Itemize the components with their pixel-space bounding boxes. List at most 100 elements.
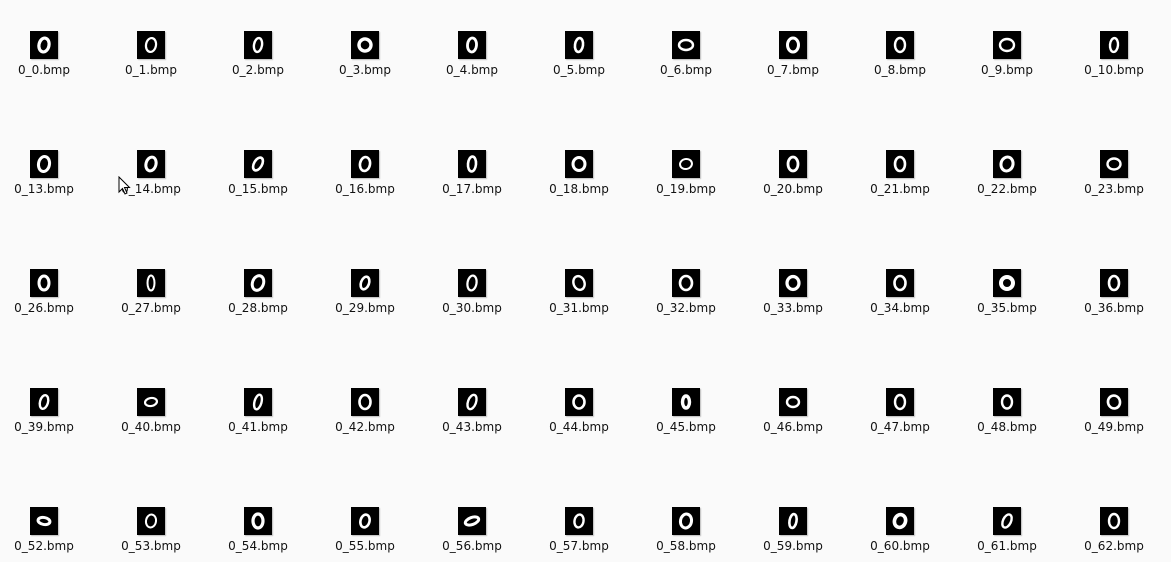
file-item[interactable]: 0_31.bmp (529, 269, 629, 329)
file-item[interactable]: 0_40.bmp (101, 388, 201, 448)
file-item[interactable]: 0_44.bmp (529, 388, 629, 448)
file-item[interactable]: 0_6.bmp (636, 31, 736, 91)
file-item[interactable]: 0_18.bmp (529, 150, 629, 210)
file-item[interactable]: 0_57.bmp (529, 507, 629, 562)
file-item[interactable]: 0_33.bmp (743, 269, 843, 329)
file-item[interactable]: 0_9.bmp (957, 31, 1057, 91)
file-name-label: 0_34.bmp (870, 301, 930, 315)
file-name-label: 0_9.bmp (980, 63, 1033, 77)
file-name-label: 0_58.bmp (656, 539, 716, 553)
file-item[interactable]: 0_62.bmp (1064, 507, 1164, 562)
file-item[interactable]: 0_19.bmp (636, 150, 736, 210)
file-item[interactable]: 0_15.bmp (208, 150, 308, 210)
file-item[interactable]: 0_2.bmp (208, 31, 308, 91)
digit-zero-thumbnail-icon (137, 507, 165, 535)
file-item[interactable]: 0_53.bmp (101, 507, 201, 562)
file-item[interactable]: 0_3.bmp (315, 31, 415, 91)
file-name-label: 0_42.bmp (335, 420, 395, 434)
file-item[interactable]: 0_36.bmp (1064, 269, 1164, 329)
file-name-label: 0_53.bmp (121, 539, 181, 553)
file-item[interactable]: 0_61.bmp (957, 507, 1057, 562)
digit-zero-thumbnail-icon (1100, 269, 1128, 297)
digit-zero-thumbnail-icon (351, 31, 379, 59)
file-item[interactable]: 0_32.bmp (636, 269, 736, 329)
digit-zero-thumbnail-icon (137, 269, 165, 297)
file-item[interactable]: 0_28.bmp (208, 269, 308, 329)
file-item[interactable]: 0_21.bmp (850, 150, 950, 210)
file-item[interactable]: 0_0.bmp (0, 31, 94, 91)
digit-zero-thumbnail-icon (244, 388, 272, 416)
file-item[interactable]: 0_41.bmp (208, 388, 308, 448)
file-item[interactable]: 0_29.bmp (315, 269, 415, 329)
file-name-label: 0_41.bmp (228, 420, 288, 434)
file-item[interactable]: 0_54.bmp (208, 507, 308, 562)
digit-zero-thumbnail-icon (1100, 388, 1128, 416)
file-item[interactable]: 0_55.bmp (315, 507, 415, 562)
file-name-label: 0_57.bmp (549, 539, 609, 553)
digit-zero-thumbnail-icon (993, 507, 1021, 535)
file-name-label: 0_7.bmp (766, 63, 819, 77)
file-name-label: 0_31.bmp (549, 301, 609, 315)
file-item[interactable]: 0_1.bmp (101, 31, 201, 91)
file-item[interactable]: 0_27.bmp (101, 269, 201, 329)
digit-zero-thumbnail-icon (993, 31, 1021, 59)
digit-zero-thumbnail-icon (244, 150, 272, 178)
digit-zero-thumbnail-icon (779, 269, 807, 297)
file-item[interactable]: 0_13.bmp (0, 150, 94, 210)
digit-zero-thumbnail-icon (30, 150, 58, 178)
file-name-label: 0_40.bmp (121, 420, 181, 434)
digit-zero-thumbnail-icon (565, 150, 593, 178)
file-item[interactable]: 0_47.bmp (850, 388, 950, 448)
file-name-label: 0_14.bmp (121, 182, 181, 196)
file-name-label: 0_60.bmp (870, 539, 930, 553)
file-item[interactable]: 0_14.bmp (101, 150, 201, 210)
file-item[interactable]: 0_58.bmp (636, 507, 736, 562)
file-name-label: 0_48.bmp (977, 420, 1037, 434)
file-item[interactable]: 0_8.bmp (850, 31, 950, 91)
digit-zero-thumbnail-icon (565, 507, 593, 535)
digit-zero-thumbnail-icon (244, 507, 272, 535)
file-name-label: 0_16.bmp (335, 182, 395, 196)
file-item[interactable]: 0_43.bmp (422, 388, 522, 448)
file-item[interactable]: 0_26.bmp (0, 269, 94, 329)
file-name-label: 0_45.bmp (656, 420, 716, 434)
file-item[interactable]: 0_46.bmp (743, 388, 843, 448)
digit-zero-thumbnail-icon (137, 388, 165, 416)
file-name-label: 0_32.bmp (656, 301, 716, 315)
file-item[interactable]: 0_30.bmp (422, 269, 522, 329)
file-item[interactable]: 0_4.bmp (422, 31, 522, 91)
file-item[interactable]: 0_48.bmp (957, 388, 1057, 448)
file-item[interactable]: 0_60.bmp (850, 507, 950, 562)
digit-zero-thumbnail-icon (30, 388, 58, 416)
file-item[interactable]: 0_7.bmp (743, 31, 843, 91)
file-item[interactable]: 0_5.bmp (529, 31, 629, 91)
file-item[interactable]: 0_42.bmp (315, 388, 415, 448)
file-name-label: 0_46.bmp (763, 420, 823, 434)
file-item[interactable]: 0_39.bmp (0, 388, 94, 448)
file-name-label: 0_44.bmp (549, 420, 609, 434)
digit-zero-thumbnail-icon (779, 31, 807, 59)
file-item[interactable]: 0_34.bmp (850, 269, 950, 329)
digit-zero-thumbnail-icon (1100, 31, 1128, 59)
file-item[interactable]: 0_22.bmp (957, 150, 1057, 210)
digit-zero-thumbnail-icon (458, 507, 486, 535)
file-item[interactable]: 0_49.bmp (1064, 388, 1164, 448)
file-item[interactable]: 0_16.bmp (315, 150, 415, 210)
file-name-label: 0_33.bmp (763, 301, 823, 315)
file-item[interactable]: 0_23.bmp (1064, 150, 1164, 210)
file-item[interactable]: 0_20.bmp (743, 150, 843, 210)
digit-zero-thumbnail-icon (672, 150, 700, 178)
file-name-label: 0_49.bmp (1084, 420, 1144, 434)
file-item[interactable]: 0_45.bmp (636, 388, 736, 448)
file-item[interactable]: 0_59.bmp (743, 507, 843, 562)
digit-zero-thumbnail-icon (458, 150, 486, 178)
file-name-label: 0_13.bmp (14, 182, 74, 196)
file-item[interactable]: 0_10.bmp (1064, 31, 1164, 91)
file-name-label: 0_4.bmp (445, 63, 498, 77)
file-item[interactable]: 0_56.bmp (422, 507, 522, 562)
file-item[interactable]: 0_17.bmp (422, 150, 522, 210)
file-name-label: 0_17.bmp (442, 182, 502, 196)
file-name-label: 0_26.bmp (14, 301, 74, 315)
file-item[interactable]: 0_35.bmp (957, 269, 1057, 329)
file-item[interactable]: 0_52.bmp (0, 507, 94, 562)
